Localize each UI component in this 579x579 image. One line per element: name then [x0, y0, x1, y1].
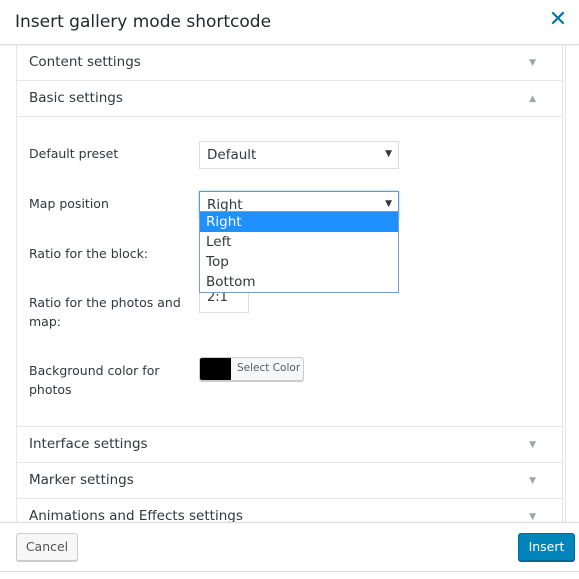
- section-label: Animations and Effects settings: [29, 508, 243, 522]
- section-interface-settings[interactable]: Interface settings ▼: [17, 427, 562, 463]
- color-swatch: [200, 358, 231, 380]
- chevron-down-icon: ▼: [529, 476, 536, 486]
- section-label: Marker settings: [29, 472, 134, 488]
- dropdown-option-left[interactable]: Left: [200, 232, 398, 252]
- dropdown-option-bottom[interactable]: Bottom: [200, 272, 398, 292]
- chevron-down-icon: ▼: [529, 440, 536, 450]
- caret-down-icon: ▼: [385, 149, 392, 159]
- ratio-block-label: Ratio for the block:: [29, 246, 149, 261]
- caret-down-icon: ▼: [385, 199, 392, 209]
- dropdown-option-top[interactable]: Top: [200, 252, 398, 272]
- insert-shortcode-dialog: Insert gallery mode shortcode ✕ Content …: [0, 0, 579, 579]
- dialog-header: Insert gallery mode shortcode ✕: [0, 0, 579, 45]
- map-position-label: Map position: [29, 196, 109, 211]
- chevron-up-icon: ▲: [529, 94, 536, 104]
- bg-color-label: Background color for photos: [29, 363, 160, 397]
- cancel-button[interactable]: Cancel: [16, 533, 78, 561]
- section-basic-settings[interactable]: Basic settings ▲: [17, 81, 562, 117]
- chevron-down-icon: ▼: [529, 58, 536, 68]
- default-preset-select[interactable]: Default ▼: [199, 141, 399, 169]
- ratio-photos-map-label: Ratio for the photos and map:: [29, 295, 181, 329]
- section-label: Interface settings: [29, 436, 148, 452]
- map-position-dropdown: Right Left Top Bottom: [199, 211, 399, 293]
- select-color-button[interactable]: Select Color: [199, 357, 304, 381]
- close-icon[interactable]: ✕: [546, 8, 570, 32]
- default-preset-label: Default preset: [29, 146, 119, 161]
- section-label: Content settings: [29, 54, 141, 70]
- dropdown-option-right[interactable]: Right: [200, 212, 398, 232]
- section-label: Basic settings: [29, 90, 123, 106]
- insert-button[interactable]: Insert: [518, 533, 575, 561]
- chevron-down-icon: ▼: [529, 512, 536, 522]
- section-animations-settings[interactable]: Animations and Effects settings ▼: [17, 499, 562, 522]
- select-color-label: Select Color: [237, 362, 301, 374]
- section-marker-settings[interactable]: Marker settings ▼: [17, 463, 562, 499]
- dialog-footer: Cancel Insert: [0, 522, 579, 572]
- scrollbar[interactable]: [565, 45, 579, 522]
- section-content-settings[interactable]: Content settings ▼: [17, 45, 562, 81]
- default-preset-value: Default: [207, 147, 257, 163]
- dialog-title: Insert gallery mode shortcode: [15, 12, 272, 32]
